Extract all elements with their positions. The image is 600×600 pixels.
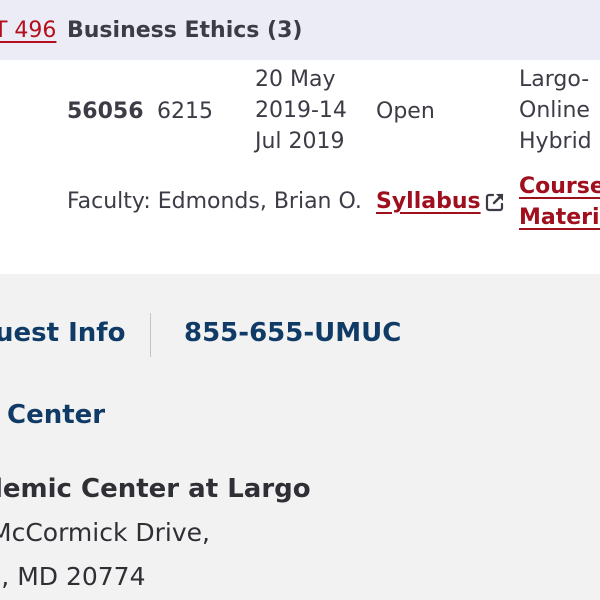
course-title: Business Ethics (3) <box>67 18 303 43</box>
address-line-2: o, MD 20774 <box>0 562 146 591</box>
section-status: Open <box>376 99 435 124</box>
course-code-link[interactable]: T 496 <box>0 18 56 43</box>
footer-divider <box>150 313 151 357</box>
class-number: 6215 <box>157 99 213 124</box>
syllabus-link[interactable]: Syllabus <box>376 186 481 217</box>
location-line: Online <box>519 98 590 123</box>
location-line: Largo- <box>519 67 590 92</box>
request-info-link[interactable]: uest Info <box>0 318 125 348</box>
course-materials-link[interactable]: Course Materia <box>519 171 600 233</box>
phone-link[interactable]: 855-655-UMUC <box>184 318 401 348</box>
dates-line: 2019-14 <box>255 98 347 123</box>
dates-line: Jul 2019 <box>255 129 345 154</box>
section-number: 56056 <box>67 99 144 124</box>
location-line: Hybrid <box>519 129 592 154</box>
section-dates: 20 May 2019-14 Jul 2019 <box>255 64 347 157</box>
materials-line: Course <box>519 174 600 199</box>
address-line-1: McCormick Drive, <box>0 518 210 547</box>
section-location: Largo- Online Hybrid <box>519 64 592 157</box>
center-heading: Center <box>7 400 106 430</box>
center-name: lemic Center at Largo <box>0 474 311 504</box>
faculty-info: Faculty: Edmonds, Brian O. <box>67 189 362 214</box>
dates-line: 20 May <box>255 67 336 92</box>
course-header: T 496 Business Ethics (3) <box>0 0 600 60</box>
external-link-icon[interactable] <box>484 191 506 213</box>
materials-line: Materia <box>519 205 600 230</box>
